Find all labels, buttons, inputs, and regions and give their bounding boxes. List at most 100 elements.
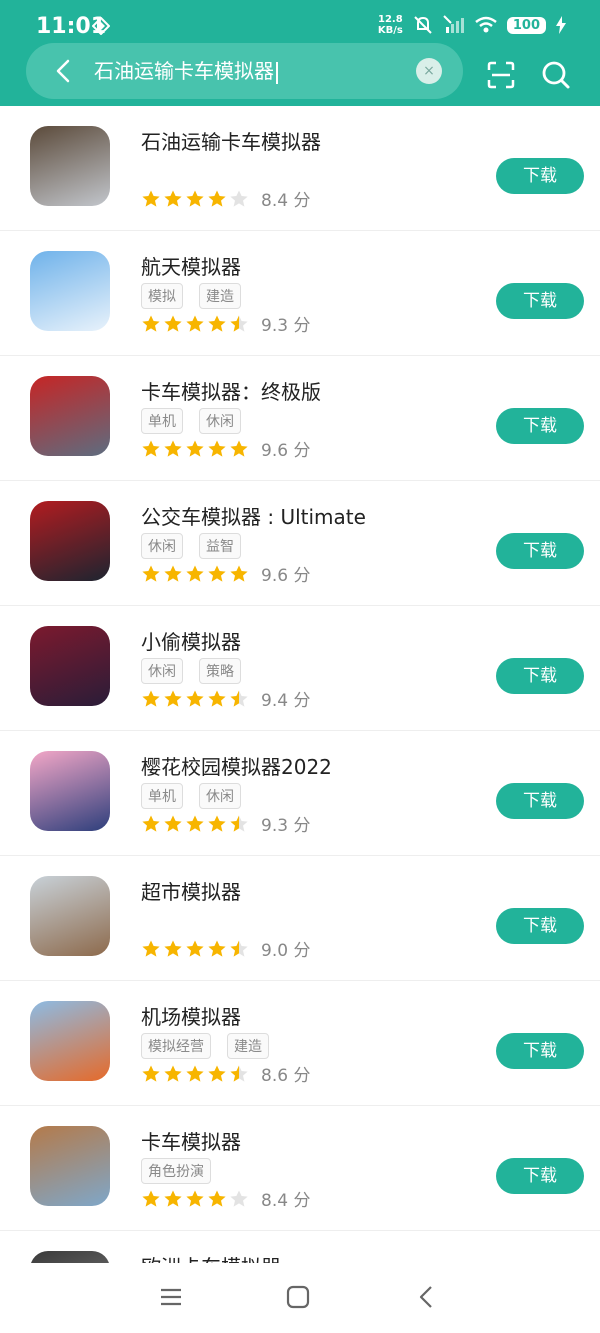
app-tags: 模拟 建造	[141, 283, 241, 309]
star-icon	[164, 565, 182, 582]
net-speed: 12.8 KB/s	[377, 14, 403, 36]
app-title[interactable]: 石油运输卡车模拟器	[141, 126, 321, 155]
download-button[interactable]: 下载	[496, 658, 584, 694]
app-icon[interactable]	[30, 876, 110, 956]
app-rating: 9.6 分	[141, 436, 310, 461]
scan-icon[interactable]	[486, 60, 516, 90]
app-icon[interactable]	[30, 626, 110, 706]
app-icon[interactable]	[30, 376, 110, 456]
star-icon	[208, 440, 226, 457]
star-icon	[186, 565, 204, 582]
star-icon	[186, 315, 204, 332]
back-triangle-icon[interactable]	[413, 1283, 441, 1311]
rating-stars	[141, 689, 249, 709]
home-square-icon[interactable]	[284, 1283, 312, 1311]
star-icon	[208, 1065, 226, 1082]
app-icon[interactable]	[30, 251, 110, 331]
search-icon[interactable]	[541, 60, 571, 90]
star-icon	[142, 440, 160, 457]
app-list: 石油运输卡车模拟器 8.4 分下载 航天模拟器 模拟 建造 9.3 分下载 卡车模拟器：终极…	[0, 106, 600, 1331]
star-icon	[142, 1190, 160, 1207]
star-icon	[230, 1065, 248, 1082]
download-button[interactable]: 下载	[496, 158, 584, 194]
search-bar[interactable]: 石油运输卡车模拟器 ×	[26, 43, 463, 99]
app-title[interactable]: 航天模拟器	[141, 251, 241, 280]
rating-score: 8.6 分	[261, 1066, 311, 1086]
app-rating: 9.6 分	[141, 561, 310, 586]
app-tag: 单机	[141, 408, 183, 434]
app-title[interactable]: 超市模拟器	[141, 876, 241, 905]
wifi-icon	[475, 16, 497, 33]
text-caret	[276, 61, 278, 84]
download-button[interactable]: 下载	[496, 1158, 584, 1194]
app-tag: 单机	[141, 783, 183, 809]
star-icon	[230, 190, 248, 207]
app-list-item[interactable]: 航天模拟器模拟 建造 9.3 分 下载	[0, 231, 600, 356]
app-title[interactable]: 公交车模拟器 : Ultimate	[141, 501, 366, 530]
star-icon	[164, 190, 182, 207]
star-icon	[186, 690, 204, 707]
app-title[interactable]: 樱花校园模拟器2022	[141, 751, 332, 780]
download-button[interactable]: 下载	[496, 283, 584, 319]
app-list-item[interactable]: 卡车模拟器：终极版 单机 休闲 9.6 分 下载	[0, 356, 600, 481]
download-button[interactable]: 下载	[496, 533, 584, 569]
app-list-item[interactable]: 小偷模拟器 休闲 策略 9.4 分 下载	[0, 606, 600, 731]
app-tags: 单机 休闲	[141, 783, 241, 809]
download-button[interactable]: 下载	[496, 908, 584, 944]
app-icon[interactable]	[30, 1126, 110, 1206]
app-list-item[interactable]: 公交车模拟器 : Ultimate 休闲 益智 9.6 分 下载	[0, 481, 600, 606]
star-icon	[208, 815, 226, 832]
download-button[interactable]: 下载	[496, 1033, 584, 1069]
app-icon[interactable]	[30, 1001, 110, 1081]
app-tag: 模拟	[141, 283, 183, 309]
back-chevron-icon[interactable]	[50, 57, 78, 85]
star-icon	[142, 190, 160, 207]
star-icon	[142, 940, 160, 957]
search-query-text: 石油运输卡车模拟器	[94, 59, 274, 83]
menu-icon[interactable]	[157, 1283, 185, 1311]
star-icon	[142, 690, 160, 707]
app-tag: 休闲	[141, 658, 183, 684]
app-list-item[interactable]: 机场模拟器 模拟经营 建造 8.6 分 下载	[0, 981, 600, 1106]
star-icon	[186, 1190, 204, 1207]
star-icon	[186, 815, 204, 832]
app-list-item[interactable]: 樱花校园模拟器2022 单机 休闲 9.3 分 下载	[0, 731, 600, 856]
download-button[interactable]: 下载	[496, 783, 584, 819]
app-icon[interactable]	[30, 126, 110, 206]
app-title[interactable]: 小偷模拟器	[141, 626, 241, 655]
rating-stars	[141, 314, 249, 334]
star-icon	[230, 1190, 248, 1207]
app-list-item[interactable]: 石油运输卡车模拟器 8.4 分 下载	[0, 106, 600, 231]
rating-score: 9.3 分	[261, 316, 311, 336]
rating-stars	[141, 439, 249, 459]
rating-stars	[141, 1064, 249, 1084]
app-list-item[interactable]: 卡车模拟器 角色扮演 8.4 分 下载	[0, 1106, 600, 1231]
star-icon	[208, 190, 226, 207]
rating-score: 9.3 分	[261, 816, 311, 836]
app-icon[interactable]	[30, 501, 110, 581]
app-list-item[interactable]: 超市模拟器 9.0 分 下载	[0, 856, 600, 981]
star-icon	[186, 190, 204, 207]
rating-score: 8.4 分	[261, 1191, 311, 1211]
app-icon[interactable]	[30, 751, 110, 831]
app-tag: 策略	[199, 658, 241, 684]
app-tag: 休闲	[199, 783, 241, 809]
star-icon	[230, 690, 248, 707]
app-title[interactable]: 机场模拟器	[141, 1001, 241, 1030]
app-rating: 8.4 分	[141, 186, 310, 211]
star-icon	[164, 1190, 182, 1207]
app-title[interactable]: 卡车模拟器	[141, 1126, 241, 1155]
star-icon	[208, 690, 226, 707]
star-icon	[186, 440, 204, 457]
app-title[interactable]: 卡车模拟器：终极版	[141, 376, 321, 405]
app-tags: 休闲 益智	[141, 533, 241, 559]
clear-search-button[interactable]: ×	[416, 58, 442, 84]
app-tags: 单机 休闲	[141, 408, 241, 434]
rating-score: 8.4 分	[261, 191, 311, 211]
star-icon	[142, 1065, 160, 1082]
app-rating: 9.0 分	[141, 936, 310, 961]
rating-stars	[141, 1189, 249, 1209]
app-rating: 9.3 分	[141, 311, 310, 336]
search-input[interactable]: 石油运输卡车模拟器	[94, 57, 278, 85]
download-button[interactable]: 下载	[496, 408, 584, 444]
